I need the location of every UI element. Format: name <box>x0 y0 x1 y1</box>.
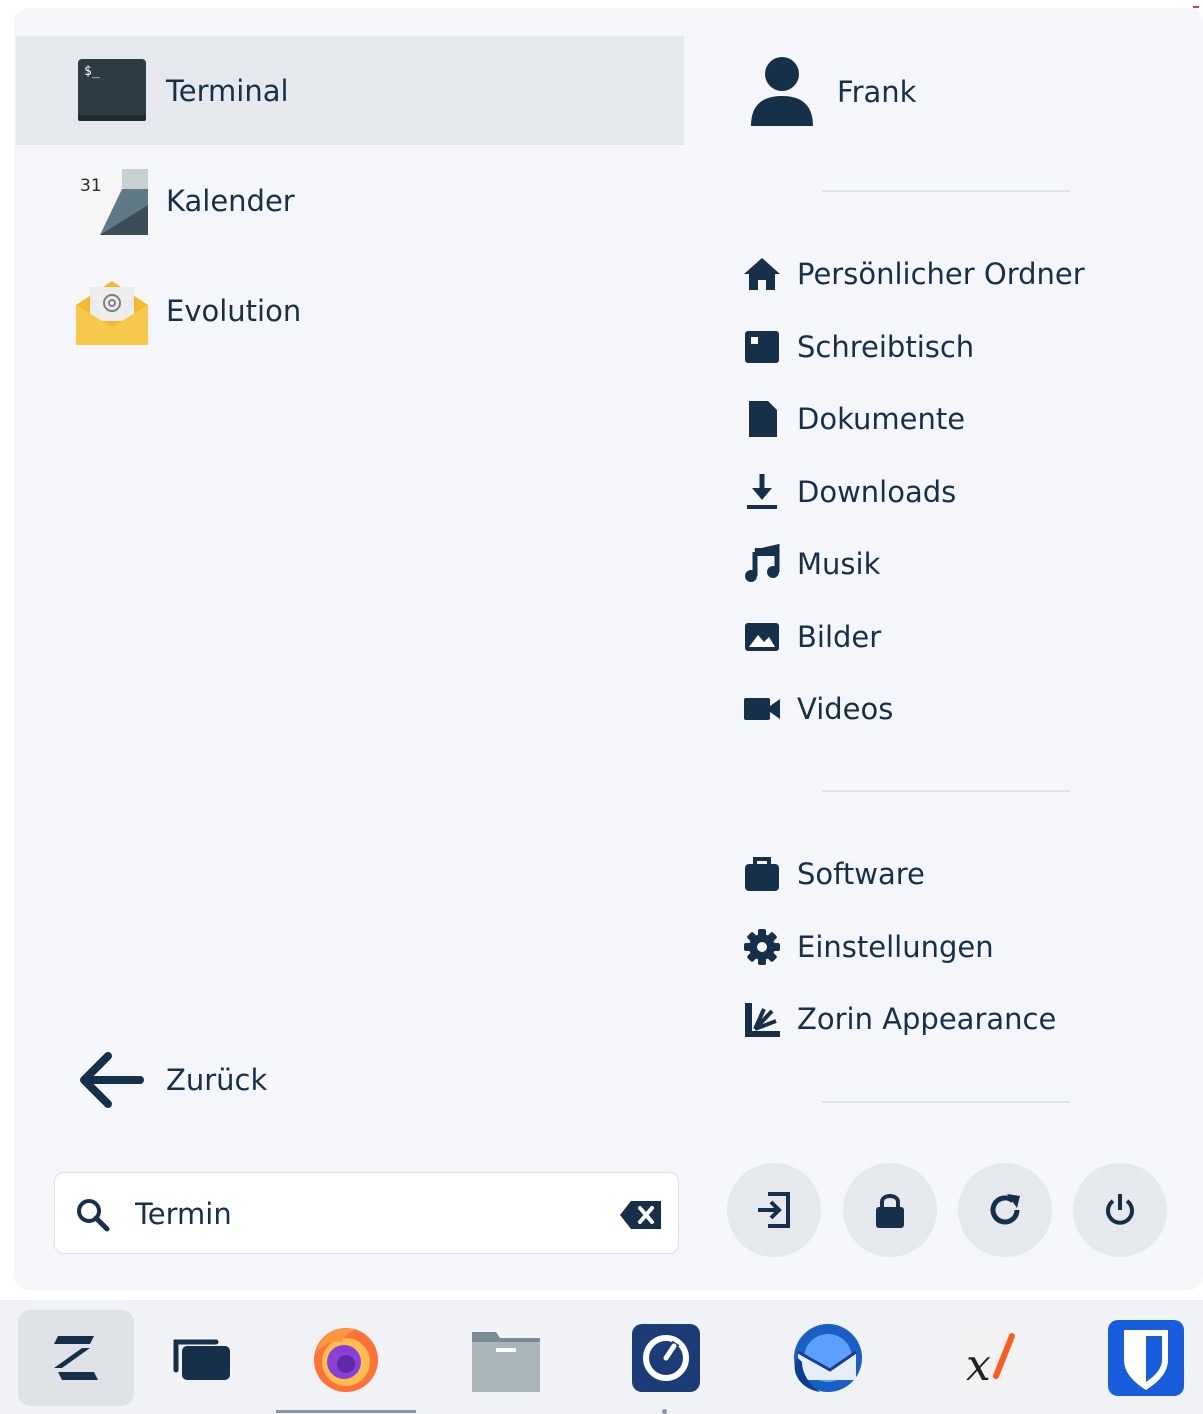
terminal-icon: $_ <box>78 58 146 121</box>
evolution-mail-icon <box>76 280 148 345</box>
restart-icon <box>990 1194 1020 1225</box>
search-icon <box>77 1199 110 1232</box>
separator <box>822 790 1070 792</box>
taskbar-files[interactable] <box>448 1310 564 1406</box>
taskbar: x <box>0 1300 1203 1414</box>
place-label: Dokumente <box>797 402 966 436</box>
back-label: Zurück <box>166 1063 268 1097</box>
place-label: Persönlicher Ordner <box>797 257 1085 291</box>
separator <box>822 1101 1070 1103</box>
logout-icon <box>758 1192 790 1228</box>
place-label: Schreibtisch <box>797 330 975 364</box>
user-name: Frank <box>837 75 917 109</box>
place-label: Musik <box>797 547 881 581</box>
taskbar-running-dot <box>662 1409 667 1414</box>
svg-text:$_: $_ <box>84 64 100 79</box>
xournal-icon: x <box>954 1326 1018 1391</box>
place-label: Downloads <box>797 475 957 509</box>
place-label: Bilder <box>797 620 882 654</box>
taskbar-zorin-menu[interactable] <box>18 1310 134 1406</box>
software-bag-icon <box>745 857 779 891</box>
gear-icon <box>744 929 780 965</box>
image-icon <box>745 623 779 651</box>
app-result-evolution[interactable]: Evolution <box>16 256 684 365</box>
lock-icon <box>876 1194 904 1228</box>
lock-button[interactable] <box>843 1163 937 1257</box>
taskbar-xournal[interactable]: x <box>928 1310 1044 1406</box>
search-box[interactable] <box>54 1172 679 1254</box>
app-result-terminal[interactable]: $_ Terminal <box>16 36 684 145</box>
separator <box>822 190 1070 192</box>
taskbar-bitwarden[interactable] <box>1088 1310 1203 1406</box>
taskbar-thunderbird[interactable] <box>768 1310 884 1406</box>
desktop-icon <box>745 331 779 363</box>
power-icon <box>1106 1194 1134 1225</box>
user-entry[interactable]: Frank <box>740 52 916 132</box>
app-label: Evolution <box>166 293 302 328</box>
timer-icon <box>632 1324 700 1392</box>
appearance-icon <box>745 1003 780 1037</box>
back-button[interactable]: Zurück <box>78 1050 267 1110</box>
search-input[interactable] <box>135 1191 605 1237</box>
taskbar-firefox[interactable] <box>288 1310 404 1406</box>
restart-button[interactable] <box>958 1163 1052 1257</box>
app-label: Kalender <box>166 183 295 218</box>
svg-text:x: x <box>966 1340 991 1391</box>
backspace-icon[interactable] <box>619 1199 663 1231</box>
calendar-icon: 31 <box>76 168 148 235</box>
taskbar-workspaces[interactable] <box>148 1310 264 1406</box>
music-icon <box>745 544 780 582</box>
thunderbird-icon <box>794 1324 862 1392</box>
video-icon <box>744 698 780 720</box>
download-icon <box>747 474 777 509</box>
logout-button[interactable] <box>727 1163 821 1257</box>
arrow-left-icon <box>80 1052 144 1108</box>
firefox-icon <box>314 1328 378 1392</box>
user-icon <box>751 57 813 126</box>
app-result-kalender[interactable]: 31 Kalender <box>16 146 684 255</box>
home-icon <box>744 258 780 290</box>
document-icon <box>749 401 777 437</box>
app-label: Terminal <box>166 73 289 108</box>
bitwarden-icon <box>1108 1320 1184 1396</box>
calendar-day: 31 <box>80 176 102 196</box>
workspaces-icon <box>173 1339 230 1380</box>
zorin-menu-icon <box>54 1336 98 1380</box>
power-button[interactable] <box>1073 1163 1167 1257</box>
system-label: Zorin Appearance <box>797 1002 1057 1036</box>
corner-mark <box>1193 6 1199 8</box>
taskbar-running-indicator <box>276 1410 416 1413</box>
system-label: Einstellungen <box>797 930 994 964</box>
taskbar-timer[interactable] <box>608 1310 724 1406</box>
place-label: Videos <box>797 692 894 726</box>
system-label: Software <box>797 857 925 891</box>
files-icon <box>472 1332 540 1392</box>
